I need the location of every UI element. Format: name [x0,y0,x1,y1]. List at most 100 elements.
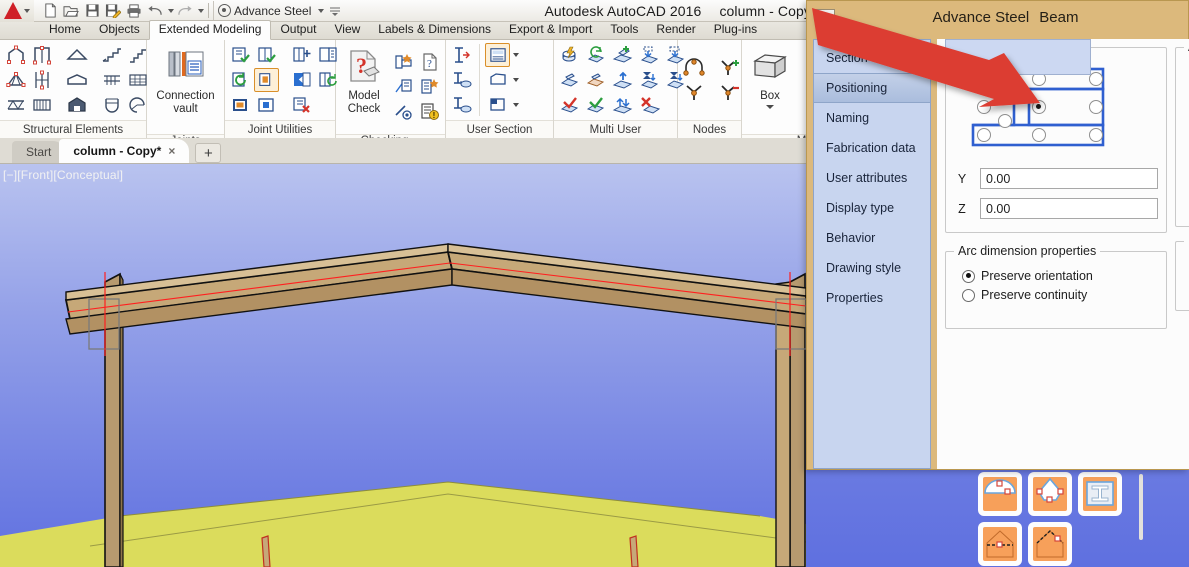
section-rect-chevron-down-icon[interactable] [510,93,521,117]
lattice-girder-icon[interactable] [3,93,28,117]
joint-apply-icon[interactable] [289,68,314,92]
document-tab-column-copy[interactable]: column - Copy* × [59,139,190,163]
joint-new-icon[interactable] [289,43,314,67]
offset-radio-bottom-right[interactable] [1089,128,1103,142]
mu-filter-down-icon[interactable] [637,68,662,92]
print-icon[interactable] [124,1,144,21]
grating-icon[interactable] [29,93,54,117]
preserve-orientation-radio[interactable] [962,269,975,283]
palette-i-beam-profile-button[interactable] [1078,472,1122,516]
add-document-tab-button[interactable]: + [195,143,222,163]
section-save-icon[interactable] [449,68,474,92]
truss-icon[interactable] [3,68,28,92]
ribbon-tab-export-import[interactable]: Export & Import [500,21,601,39]
box-chevron-down-icon[interactable] [766,105,774,109]
section-load-icon[interactable] [449,93,474,117]
redo-icon[interactable] [175,1,195,21]
joint-check-icon[interactable] [228,43,253,67]
mu-sync-icon[interactable] [583,43,608,67]
viewport-view-label[interactable]: [−][Front][Conceptual] [3,168,123,182]
bracing-icon[interactable] [29,68,54,92]
mu-publish-new-icon[interactable] [610,43,635,67]
palette-polygon-profile-button[interactable] [1028,472,1072,516]
railing-icon[interactable] [99,68,124,92]
building-icon[interactable] [64,93,89,117]
node-arc-icon[interactable] [681,56,706,80]
node-y-icon[interactable] [681,81,706,105]
section-polygon-chevron-down-icon[interactable] [510,68,521,92]
offset-radio-bottom-left[interactable] [977,128,991,142]
workspace-switcher[interactable]: Advance Steel [213,0,315,21]
section-polygon-icon[interactable] [485,68,510,92]
node-add-icon[interactable] [716,56,741,80]
offset-radio-middle-right[interactable] [1089,100,1103,114]
model-check-button[interactable]: ? Model Check [339,42,389,132]
cage-ladder-icon[interactable] [99,93,124,117]
nav-item-positioning[interactable]: Positioning [814,73,930,103]
palette-gable-profile-button[interactable] [978,522,1022,566]
section-rect-icon[interactable] [485,93,510,117]
ribbon-tab-labels-dimensions[interactable]: Labels & Dimensions [369,21,500,39]
mu-upload-icon[interactable] [610,68,635,92]
document-tab-start[interactable]: Start [12,141,66,163]
offset-y-input[interactable] [980,168,1158,189]
offset-radio-bottom-center[interactable] [1032,128,1046,142]
joint-box-blue-icon[interactable] [254,93,279,117]
nav-item-fabrication-data[interactable]: Fabrication data [814,133,930,163]
mu-get-all-icon[interactable] [637,43,662,67]
joint-box-orange-icon[interactable] [228,93,253,117]
palette-round-profile-button[interactable] [978,472,1022,516]
check-weld-icon[interactable] [391,100,416,124]
preserve-orientation-option[interactable]: Preserve orientation [962,269,1158,283]
portal-frame-icon[interactable] [3,43,28,67]
nav-item-section-material[interactable]: Section & Material [814,43,930,73]
workspace-chevron-down-icon[interactable] [318,8,325,13]
save-icon[interactable] [82,1,102,21]
ribbon-tab-extended-modeling[interactable]: Extended Modeling [148,20,272,40]
drawing-viewport[interactable]: [−][Front][Conceptual] [0,164,806,567]
redo-chevron-down-icon[interactable] [198,8,204,13]
undo-icon[interactable] [145,1,165,21]
dialog-titlebar[interactable]: Advance Steel Beam [807,1,1188,33]
section-library-chevron-down-icon[interactable] [510,43,521,67]
ribbon-tab-tools[interactable]: Tools [601,21,647,39]
mu-transfer-icon[interactable] [610,93,635,117]
report-warning-icon[interactable]: ! [417,100,442,124]
audit-icon[interactable]: ? [417,50,442,74]
section-library-icon[interactable] [485,43,510,67]
joint-select-icon[interactable] [254,68,279,92]
mu-accept-icon[interactable] [583,93,608,117]
node-remove-icon[interactable] [716,81,741,105]
preserve-continuity-radio[interactable] [962,288,975,302]
open-icon[interactable] [61,1,81,21]
mu-reject-icon[interactable] [557,93,582,117]
connection-vault-button[interactable]: Connection vault [155,42,217,132]
undo-chevron-down-icon[interactable] [168,8,174,13]
offset-radio-top-right[interactable] [1089,72,1103,86]
ribbon-tab-plugins[interactable]: Plug-ins [705,21,766,39]
nav-item-drawing-style[interactable]: Drawing style [814,253,930,283]
mu-checkout-icon[interactable] [557,68,582,92]
frame-corner-icon[interactable] [29,43,54,67]
ribbon-tab-view[interactable]: View [325,21,369,39]
offset-radio-middle-center[interactable] [1032,100,1046,114]
offset-position-picker[interactable] [956,66,1156,148]
ribbon-tab-objects[interactable]: Objects [90,21,149,39]
ribbon-tab-output[interactable]: Output [271,21,325,39]
ribbon-tab-render[interactable]: Render [647,21,704,39]
mu-database-icon[interactable] [557,43,582,67]
check-connections-icon[interactable] [391,75,416,99]
check-list-icon[interactable] [417,75,442,99]
nav-item-display-type[interactable]: Display type [814,193,930,223]
autocad-logo-button[interactable] [0,0,34,22]
save-as-icon[interactable] [103,1,123,21]
nav-item-behavior[interactable]: Behavior [814,223,930,253]
nav-item-naming[interactable]: Naming [814,103,930,133]
clash-check-icon[interactable] [391,50,416,74]
new-icon[interactable] [40,1,60,21]
palette-scrollbar[interactable] [1139,474,1143,540]
nav-item-user-attributes[interactable]: User attributes [814,163,930,193]
stair-straight-icon[interactable] [99,43,124,67]
roof-flat-icon[interactable] [64,68,89,92]
offset-z-input[interactable] [980,198,1158,219]
